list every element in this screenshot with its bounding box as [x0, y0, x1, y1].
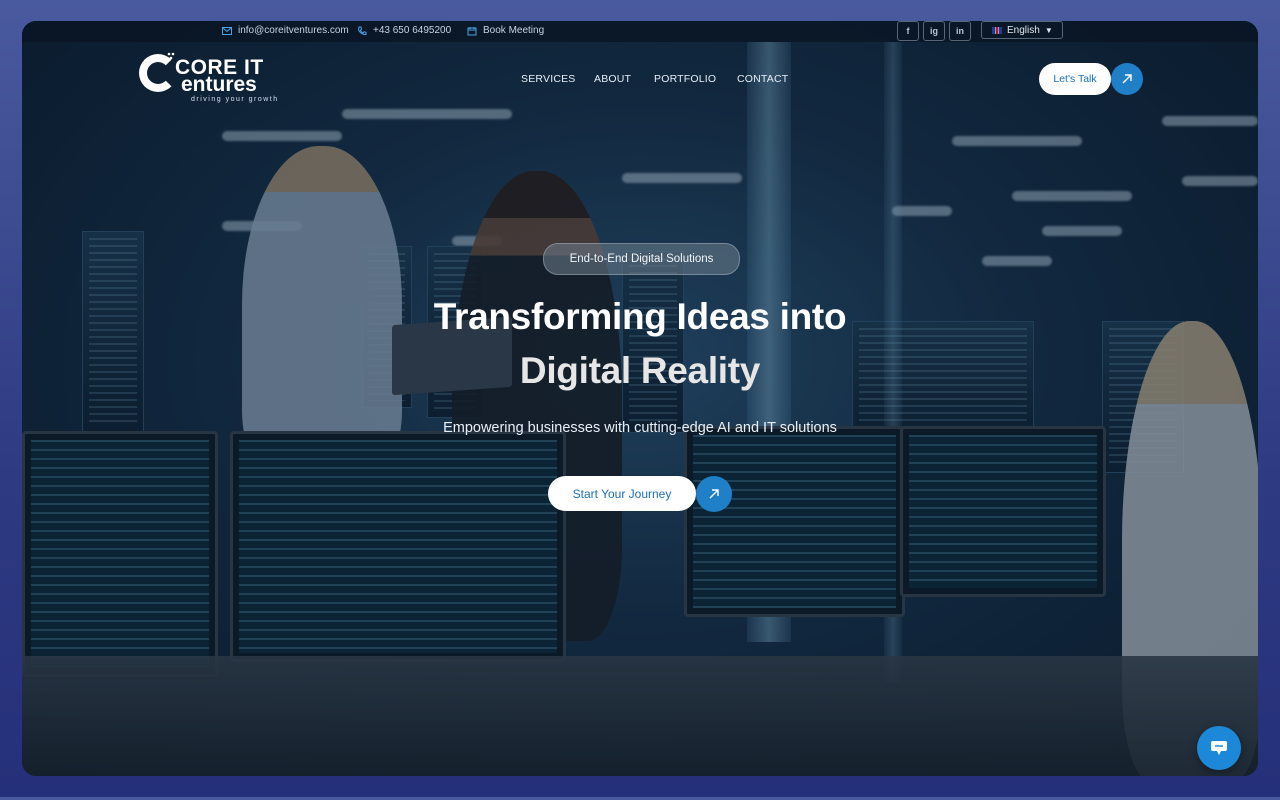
nav-about[interactable]: ABOUT — [594, 73, 631, 85]
email-icon — [222, 26, 232, 35]
logo-dots-icon — [167, 52, 175, 60]
uk-flag-icon — [992, 26, 1002, 34]
phone-link[interactable]: +43 650 6495200 — [357, 25, 451, 36]
linkedin-link[interactable]: in — [949, 21, 971, 41]
nav-portfolio[interactable]: PORTFOLIO — [654, 73, 716, 85]
language-selector[interactable]: English ▼ — [981, 21, 1063, 39]
site-logo[interactable]: CORE IT entures driving your growth — [139, 52, 277, 108]
hero-background-image — [22, 21, 1258, 776]
browser-viewport: info@coreitventures.com +43 650 6495200 … — [22, 21, 1258, 776]
phone-icon — [357, 26, 367, 35]
book-meeting-link[interactable]: Book Meeting — [467, 25, 544, 36]
arrow-up-right-icon — [709, 489, 719, 499]
language-label: English — [1007, 24, 1040, 36]
start-journey-button[interactable]: Start Your Journey — [548, 476, 696, 511]
facebook-link[interactable]: f — [897, 21, 919, 41]
facebook-icon: f — [906, 26, 910, 36]
instagram-icon: ig — [930, 26, 938, 36]
chat-widget-button[interactable] — [1197, 726, 1241, 770]
lets-talk-arrow-button[interactable] — [1111, 63, 1143, 95]
nav-contact[interactable]: CONTACT — [737, 73, 788, 85]
top-contact-bar: info@coreitventures.com +43 650 6495200 … — [22, 21, 1258, 42]
book-meeting-text: Book Meeting — [483, 25, 545, 36]
phone-text: +43 650 6495200 — [373, 25, 452, 36]
calendar-icon — [467, 26, 477, 35]
chat-icon — [1211, 741, 1227, 755]
logo-line2: entures — [181, 73, 257, 96]
linkedin-icon: in — [956, 26, 964, 36]
email-text: info@coreitventures.com — [238, 25, 349, 36]
hero-title-line2: Digital Reality — [519, 350, 761, 391]
instagram-link[interactable]: ig — [923, 21, 945, 41]
start-journey-arrow-button[interactable] — [696, 476, 732, 512]
logo-tagline: driving your growth — [191, 96, 279, 103]
hero-subtitle: Empowering businesses with cutting-edge … — [443, 420, 837, 436]
hero-title-line1: Transforming Ideas into — [433, 296, 847, 337]
email-link[interactable]: info@coreitventures.com — [222, 25, 349, 36]
lets-talk-button[interactable]: Let's Talk — [1039, 63, 1111, 95]
hero-badge: End-to-End Digital Solutions — [543, 243, 740, 275]
chevron-down-icon: ▼ — [1044, 25, 1053, 35]
nav-services[interactable]: SERVICES — [521, 73, 576, 85]
arrow-up-right-icon — [1122, 74, 1132, 84]
